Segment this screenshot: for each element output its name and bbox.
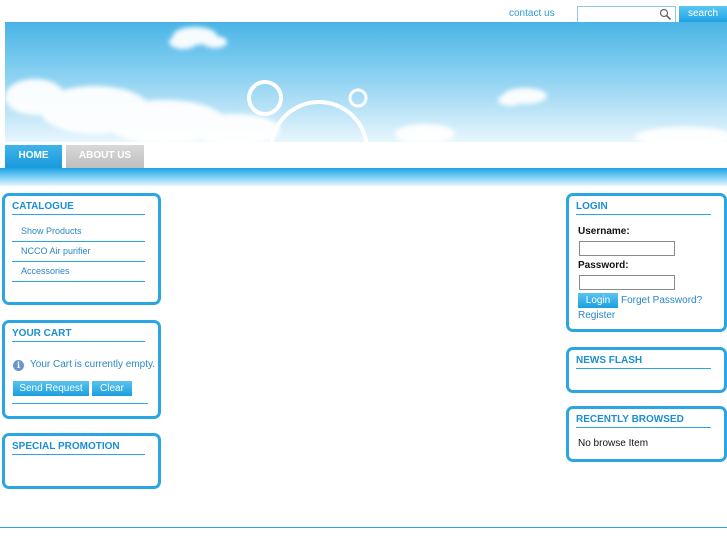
cart-title: YOUR CART [12, 328, 145, 342]
promotion-title: SPECIAL PROMOTION [12, 441, 145, 455]
divider [12, 403, 148, 404]
send-request-button[interactable]: Send Request [13, 381, 89, 396]
tab-home[interactable]: HOME [5, 145, 62, 169]
username-label: Username: [578, 226, 630, 237]
cart-empty-text: Your Cart is currently empty. [30, 359, 156, 370]
catalogue-item-air-purifier[interactable]: NCCO Air purifier [12, 242, 145, 262]
newsflash-panel: NEWS FLASH [566, 347, 727, 393]
search-button[interactable]: search [679, 6, 727, 22]
info-icon: i [13, 360, 24, 371]
username-field[interactable] [579, 241, 675, 256]
sky-banner-image [5, 27, 727, 142]
recently-browsed-message: No browse Item [578, 438, 649, 449]
password-label: Password: [578, 260, 629, 271]
cart-message: i Your Cart is currently empty. [13, 359, 155, 371]
login-button[interactable]: Login [578, 293, 618, 308]
catalogue-title: CATALOGUE [12, 201, 145, 215]
clear-cart-button[interactable]: Clear [92, 381, 132, 396]
clouds-decoration [5, 27, 727, 142]
search-input[interactable] [578, 7, 660, 22]
register-link[interactable]: Register [578, 310, 615, 321]
catalogue-panel: CATALOGUE Show Products NCCO Air purifie… [2, 193, 161, 305]
promotion-panel: SPECIAL PROMOTION [2, 433, 161, 489]
login-title: LOGIN [576, 201, 711, 215]
contact-us-link[interactable]: contact us [509, 8, 555, 19]
cart-panel: YOUR CART i Your Cart is currently empty.… [2, 320, 161, 419]
catalogue-item-show-products[interactable]: Show Products [12, 222, 145, 242]
header-banner [5, 22, 727, 142]
login-panel: LOGIN Username: Password: Login Forget P… [566, 193, 727, 332]
magnifier-icon [659, 8, 672, 21]
password-field[interactable] [579, 275, 675, 290]
footer-divider [0, 527, 727, 528]
search-field[interactable] [577, 6, 676, 23]
catalogue-list: Show Products NCCO Air purifier Accessor… [12, 222, 145, 282]
tab-about-us[interactable]: ABOUT US [66, 145, 144, 169]
recently-browsed-panel: RECENTLY BROWSED No browse Item [566, 406, 727, 462]
newsflash-title: NEWS FLASH [576, 355, 711, 369]
nav-band [0, 168, 727, 186]
catalogue-item-accessories[interactable]: Accessories [12, 262, 145, 282]
forget-password-link[interactable]: Forget Password? [621, 295, 702, 306]
recently-browsed-title: RECENTLY BROWSED [576, 414, 711, 428]
